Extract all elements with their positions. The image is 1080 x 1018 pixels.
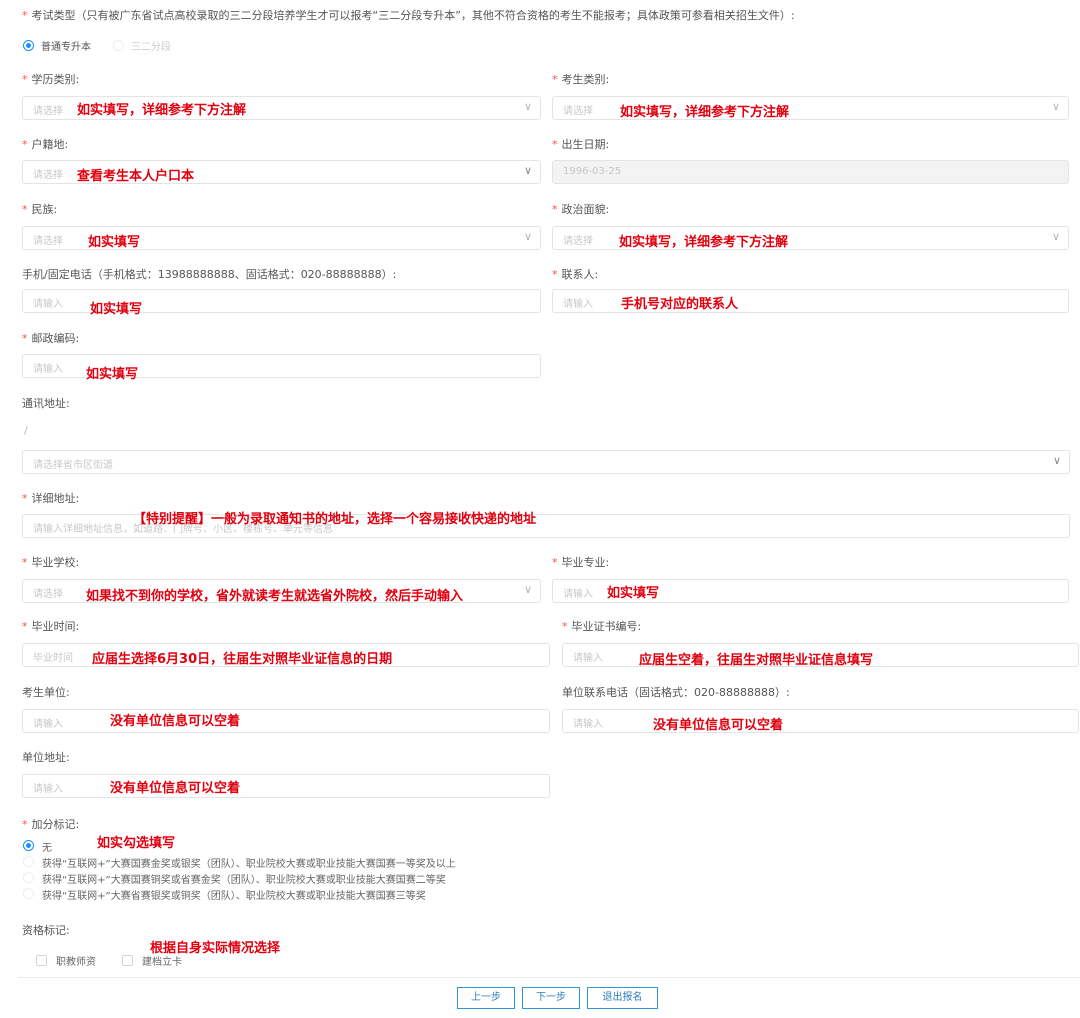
employer-address-input[interactable]: 请输入 bbox=[22, 774, 550, 798]
major-note: 如实填写 bbox=[607, 586, 660, 601]
exit-registration-button[interactable]: 退出报名 bbox=[587, 987, 658, 1009]
school-placeholder: 请选择 bbox=[33, 589, 63, 600]
chevron-down-icon: ∨ bbox=[523, 164, 532, 177]
candidate-type-note: 如实填写，详细参考下方注解 bbox=[620, 105, 790, 120]
bonus-label: * 加分标记: bbox=[22, 818, 80, 831]
cert-no-placeholder: 请输入 bbox=[573, 653, 603, 664]
bonus-note: 如实勾选填写 bbox=[97, 836, 176, 851]
birth-date-label: * 出生日期: bbox=[552, 138, 610, 151]
candidate-type-label: * 考生类别: bbox=[552, 73, 610, 86]
chevron-down-icon: ∨ bbox=[523, 100, 532, 113]
chevron-down-icon: ∨ bbox=[523, 583, 532, 596]
mailing-address-label: 通讯地址: bbox=[22, 397, 70, 410]
chevron-down-icon: ∨ bbox=[1052, 454, 1061, 467]
checkbox-poverty-registered[interactable] bbox=[122, 955, 133, 966]
contact-label: * 联系人: bbox=[552, 268, 599, 281]
bonus-option-none[interactable]: 无 bbox=[42, 839, 52, 854]
ethnicity-note: 如实填写 bbox=[88, 235, 141, 250]
postcode-placeholder: 请输入 bbox=[33, 364, 63, 375]
postcode-note: 如实填写 bbox=[86, 367, 139, 382]
detail-address-label: * 详细地址: bbox=[22, 492, 80, 505]
employer-phone-placeholder: 请输入 bbox=[573, 719, 603, 730]
bonus-radio-2[interactable] bbox=[23, 872, 34, 883]
checkbox-poverty-registered-label[interactable]: 建档立卡 bbox=[142, 953, 182, 968]
major-placeholder: 请输入 bbox=[563, 589, 593, 600]
employer-phone-note: 没有单位信息可以空着 bbox=[653, 718, 784, 733]
employer-placeholder: 请输入 bbox=[33, 719, 63, 730]
chevron-down-icon: ∨ bbox=[1051, 230, 1060, 243]
household-label: * 户籍地: bbox=[22, 138, 69, 151]
contact-note: 手机号对应的联系人 bbox=[621, 297, 739, 312]
ethnicity-placeholder: 请选择 bbox=[33, 236, 63, 247]
political-status-placeholder: 请选择 bbox=[563, 236, 593, 247]
prev-step-button[interactable]: 上一步 bbox=[457, 987, 515, 1009]
qualification-label: 资格标记: bbox=[22, 924, 70, 937]
employer-address-note: 没有单位信息可以空着 bbox=[110, 781, 241, 796]
bonus-radio-1[interactable] bbox=[23, 856, 34, 867]
employer-phone-input[interactable]: 请输入 bbox=[562, 709, 1079, 733]
phone-label: 手机/固定电话（手机格式：13988888888、固话格式：020-888888… bbox=[22, 268, 397, 281]
footer-divider bbox=[18, 977, 1080, 978]
candidate-type-placeholder: 请选择 bbox=[563, 106, 593, 117]
employer-input[interactable]: 请输入 bbox=[22, 709, 550, 733]
exam-type-label-text: 考试类型（只有被广东省试点高校录取的三二分段培养学生才可以报考“三二分段专升本”… bbox=[31, 9, 795, 22]
employer-label: 考生单位: bbox=[22, 686, 70, 699]
phone-note: 如实填写 bbox=[90, 302, 143, 317]
checkbox-vocational-teacher-label[interactable]: 职教师资 bbox=[56, 953, 96, 968]
checkbox-vocational-teacher[interactable] bbox=[36, 955, 47, 966]
chevron-down-icon: ∨ bbox=[1051, 100, 1060, 113]
household-note: 查看考生本人户口本 bbox=[77, 169, 195, 184]
phone-placeholder: 请输入 bbox=[33, 299, 63, 310]
birth-date-field: 1996-03-25 bbox=[552, 160, 1069, 184]
employer-phone-label: 单位联系电话（固话格式：020-88888888）: bbox=[562, 686, 790, 699]
grad-time-label: * 毕业时间: bbox=[22, 620, 80, 633]
school-note: 如果找不到你的学校，省外就读考生就选省外院校，然后手动输入 bbox=[86, 589, 464, 604]
cert-no-note: 应届生空着，往届生对照毕业证信息填写 bbox=[639, 653, 874, 668]
political-status-note: 如实填写，详细参考下方注解 bbox=[619, 235, 789, 250]
employer-address-placeholder: 请输入 bbox=[33, 784, 63, 795]
mailing-address-placeholder: 请选择省市区街道 bbox=[33, 460, 113, 471]
radio-general[interactable] bbox=[23, 40, 34, 51]
contact-placeholder: 请输入 bbox=[563, 299, 593, 310]
next-step-button[interactable]: 下一步 bbox=[522, 987, 580, 1009]
mailing-address-select[interactable]: 请选择省市区街道 ∨ bbox=[22, 450, 1070, 474]
grad-time-note: 应届生选择6月30日，往届生对照毕业证信息的日期 bbox=[92, 652, 393, 667]
bonus-option-3[interactable]: 获得“互联网+”大赛省赛银奖或铜奖（团队）、职业院校大赛或职业技能大赛国赛三等奖 bbox=[42, 887, 426, 902]
bonus-radio-none[interactable] bbox=[23, 840, 34, 851]
household-placeholder: 请选择 bbox=[33, 170, 63, 181]
political-status-label: * 政治面貌: bbox=[552, 203, 610, 216]
radio-general-label[interactable]: 普通专升本 bbox=[41, 38, 91, 53]
employer-address-label: 单位地址: bbox=[22, 751, 70, 764]
education-type-note: 如实填写，详细参考下方注解 bbox=[77, 103, 247, 118]
grad-time-placeholder: 毕业时间 bbox=[33, 653, 73, 664]
radio-32-segment[interactable] bbox=[113, 40, 124, 51]
cert-no-label: * 毕业证书编号: bbox=[562, 620, 642, 633]
education-type-placeholder: 请选择 bbox=[33, 106, 63, 117]
education-type-label: * 学历类别: bbox=[22, 73, 80, 86]
major-label: * 毕业专业: bbox=[552, 556, 610, 569]
bonus-radio-3[interactable] bbox=[23, 888, 34, 899]
birth-date-value: 1996-03-25 bbox=[563, 166, 622, 177]
bonus-option-1[interactable]: 获得“互联网+”大赛国赛金奖或银奖（团队）、职业院校大赛或职业技能大赛国赛一等奖… bbox=[42, 855, 456, 870]
chevron-down-icon: ∨ bbox=[523, 230, 532, 243]
detail-address-note: 【特别提醒】一般为录取通知书的地址，选择一个容易接收快递的地址 bbox=[133, 512, 537, 527]
exam-type-label: * 考试类型（只有被广东省试点高校录取的三二分段培养学生才可以报考“三二分段专升本… bbox=[22, 9, 795, 22]
radio-32-segment-label[interactable]: 三二分段 bbox=[131, 38, 171, 53]
bonus-option-2[interactable]: 获得“互联网+”大赛国赛铜奖或省赛金奖（团队）、职业院校大赛或职业技能大赛国赛二… bbox=[42, 871, 446, 886]
school-label: * 毕业学校: bbox=[22, 556, 80, 569]
postcode-label: * 邮政编码: bbox=[22, 332, 80, 345]
ethnicity-label: * 民族: bbox=[22, 203, 58, 216]
employer-note: 没有单位信息可以空着 bbox=[110, 714, 241, 729]
mailing-address-separator: / bbox=[24, 424, 28, 437]
